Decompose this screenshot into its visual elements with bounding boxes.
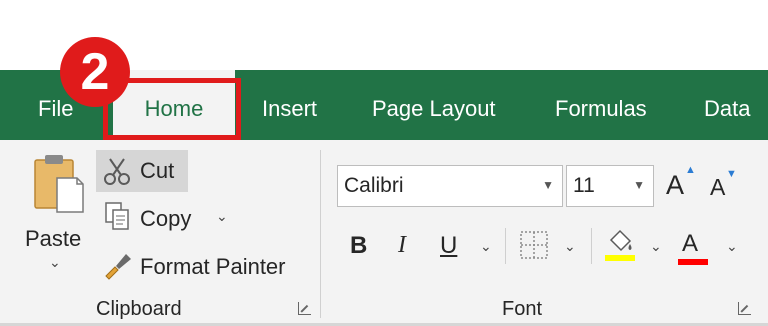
font-name-value: Calibri [344, 174, 404, 197]
font-group-label: Font [502, 298, 543, 320]
cut-label: Cut [140, 158, 175, 183]
tab-formulas[interactable]: Formulas [555, 70, 647, 140]
format-painter-label[interactable]: Format Painter [140, 254, 286, 280]
underline-chevron-icon[interactable]: ⌄ [480, 238, 492, 255]
paintbrush-icon[interactable] [102, 250, 134, 280]
font-separator-2 [591, 228, 592, 264]
font-size-value: 11 [573, 174, 595, 197]
tab-page-layout[interactable]: Page Layout [372, 70, 496, 140]
shrink-arrow-icon: ▼ [726, 168, 737, 180]
clipboard-group-label: Clipboard [96, 298, 182, 320]
font-separator-1 [505, 228, 506, 264]
tab-insert[interactable]: Insert [262, 70, 317, 140]
fill-color-chevron-icon[interactable]: ⌄ [650, 238, 662, 255]
underline-button[interactable]: U [440, 232, 457, 260]
font-size-arrow-icon: ▼ [633, 178, 645, 192]
font-name-dropdown[interactable]: Calibri ▼ [337, 165, 563, 207]
copy-chevron-icon[interactable]: ⌄ [216, 208, 228, 225]
shrink-font-button[interactable]: A ▼ [708, 168, 738, 202]
font-color-swatch [678, 259, 708, 265]
scissors-icon [104, 158, 130, 185]
tab-data[interactable]: Data [704, 70, 750, 140]
grow-font-icon: A [666, 170, 685, 200]
font-color-chevron-icon[interactable]: ⌄ [726, 238, 738, 255]
paint-bucket-icon[interactable] [603, 228, 637, 262]
font-color-button[interactable]: A [682, 230, 698, 258]
borders-icon[interactable] [519, 230, 549, 260]
step-badge: 2 [60, 37, 130, 107]
clipboard-icon [34, 155, 84, 213]
group-separator [320, 150, 321, 318]
font-size-dropdown[interactable]: 11 ▼ [566, 165, 654, 207]
grow-font-button[interactable]: A ▲ [664, 164, 696, 202]
font-name-arrow-icon: ▼ [542, 178, 554, 192]
clipboard-launcher-icon[interactable] [298, 302, 311, 315]
font-launcher-icon[interactable] [738, 302, 751, 315]
paste-button[interactable]: Paste ⌄ [22, 150, 90, 280]
italic-button[interactable]: I [398, 232, 406, 259]
paste-label: Paste [25, 226, 82, 251]
paste-chevron-icon[interactable]: ⌄ [49, 254, 61, 271]
shrink-font-icon: A [710, 174, 726, 200]
bold-button[interactable]: B [350, 232, 367, 260]
copy-icon[interactable] [103, 201, 131, 231]
copy-label[interactable]: Copy [140, 206, 191, 232]
borders-chevron-icon[interactable]: ⌄ [564, 238, 576, 255]
grow-arrow-icon: ▲ [685, 164, 696, 176]
